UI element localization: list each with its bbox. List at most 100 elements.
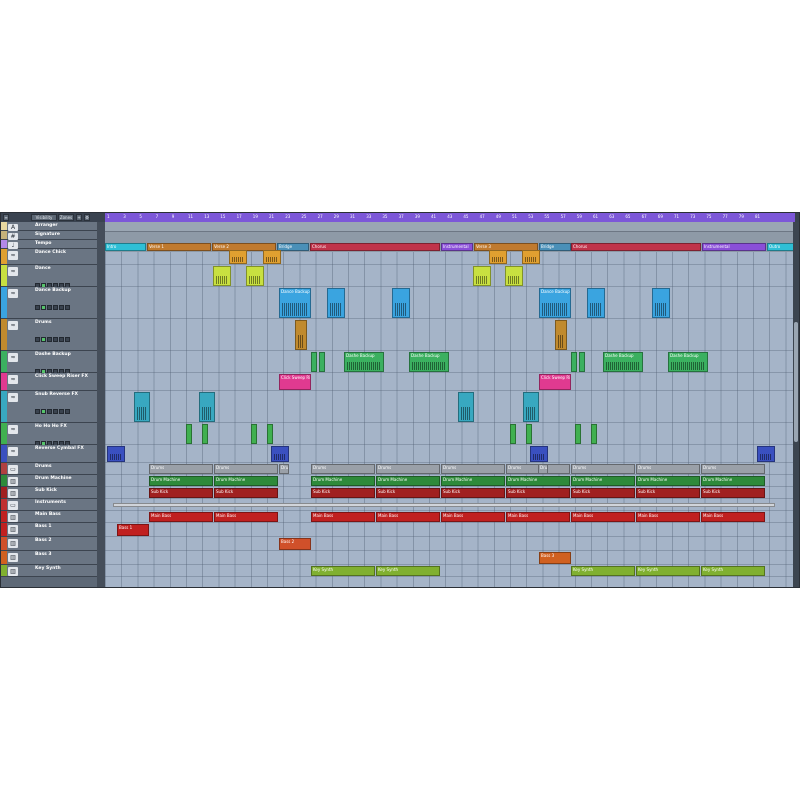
audio-event[interactable]: Main Bass bbox=[506, 512, 570, 522]
audio-event[interactable] bbox=[246, 266, 264, 286]
audio-event[interactable]: Key Synth bbox=[636, 566, 700, 576]
monitor-button[interactable] bbox=[53, 409, 58, 414]
track-header[interactable]: ▥ Bass 3 bbox=[1, 551, 97, 574]
audio-event[interactable]: Drums bbox=[441, 464, 505, 474]
audio-event[interactable]: Drum Machine bbox=[636, 476, 700, 486]
audio-event[interactable] bbox=[327, 288, 345, 318]
track-header[interactable]: ▥ Sub Kick bbox=[1, 487, 97, 499]
audio-event[interactable] bbox=[652, 288, 670, 318]
tempo-lane[interactable] bbox=[105, 232, 795, 242]
audio-event[interactable] bbox=[392, 288, 410, 318]
scrollbar-thumb[interactable] bbox=[794, 322, 798, 442]
track-header[interactable]: ▥ Main Bass bbox=[1, 511, 97, 523]
track-header[interactable]: ≈ Click Sweep Riser FX bbox=[1, 373, 97, 396]
write-button[interactable] bbox=[65, 305, 70, 310]
audio-event[interactable] bbox=[571, 352, 577, 372]
audio-event[interactable]: Drums bbox=[149, 464, 213, 474]
visibility-tab[interactable]: Visibility bbox=[31, 214, 57, 221]
audio-event[interactable]: Key Synth bbox=[311, 566, 375, 576]
audio-event[interactable] bbox=[186, 424, 192, 444]
track-header[interactable]: ▥ Bass 1 bbox=[1, 523, 97, 546]
audio-event[interactable] bbox=[213, 266, 231, 286]
audio-event[interactable]: Drums bbox=[311, 464, 375, 474]
monitor-button[interactable] bbox=[53, 337, 58, 342]
folder-event[interactable] bbox=[113, 503, 775, 507]
audio-event[interactable]: Drums bbox=[279, 464, 289, 474]
audio-event[interactable]: Key Synth bbox=[701, 566, 765, 576]
audio-event[interactable]: Drum Machine bbox=[214, 476, 278, 486]
audio-event[interactable] bbox=[202, 424, 208, 444]
audio-event[interactable]: Drum Machine bbox=[149, 476, 213, 486]
audio-event[interactable] bbox=[295, 320, 307, 350]
track-header[interactable]: ▥ Key Synth bbox=[1, 565, 97, 577]
audio-event[interactable]: Main Bass bbox=[571, 512, 635, 522]
audio-event[interactable]: Dance Backup bbox=[279, 288, 311, 318]
read-button[interactable] bbox=[59, 305, 64, 310]
audio-event[interactable]: Sub Kick bbox=[701, 488, 765, 498]
audio-event[interactable] bbox=[251, 424, 257, 444]
settings-icon[interactable]: ⚙ bbox=[84, 214, 90, 221]
audio-event[interactable]: Drums bbox=[636, 464, 700, 474]
audio-event[interactable]: Sub Kick bbox=[376, 488, 440, 498]
audio-event[interactable]: Bass 1 bbox=[117, 524, 149, 536]
audio-event[interactable]: Dashe Backup bbox=[603, 352, 643, 372]
track-header[interactable]: ≈ Dashe Backup bbox=[1, 351, 97, 374]
mute-button[interactable] bbox=[35, 409, 40, 414]
mute-button[interactable] bbox=[35, 337, 40, 342]
audio-event[interactable]: Dance Backup bbox=[539, 288, 571, 318]
audio-event[interactable]: Dashe Backup bbox=[668, 352, 708, 372]
audio-event[interactable]: Main Bass bbox=[701, 512, 765, 522]
track-header[interactable]: A Arranger bbox=[1, 222, 97, 231]
track-header[interactable]: ≈ Reverse Cymbal FX bbox=[1, 445, 97, 468]
audio-event[interactable] bbox=[134, 392, 150, 422]
audio-event[interactable]: Dashe Backup bbox=[409, 352, 449, 372]
audio-event[interactable]: Sub Kick bbox=[311, 488, 375, 498]
audio-event[interactable] bbox=[271, 446, 289, 462]
audio-event[interactable]: Drums bbox=[376, 464, 440, 474]
audio-event[interactable]: Drum Machine bbox=[571, 476, 635, 486]
audio-event[interactable] bbox=[575, 424, 581, 444]
audio-event[interactable]: Drum Machine bbox=[701, 476, 765, 486]
read-button[interactable] bbox=[59, 337, 64, 342]
record-button[interactable] bbox=[47, 305, 52, 310]
audio-event[interactable]: Sub Kick bbox=[214, 488, 278, 498]
record-button[interactable] bbox=[47, 409, 52, 414]
audio-event[interactable]: Key Synth bbox=[571, 566, 635, 576]
audio-event[interactable]: Drum Machine bbox=[376, 476, 440, 486]
vertical-scrollbar[interactable] bbox=[793, 222, 799, 587]
audio-event[interactable] bbox=[319, 352, 325, 372]
track-header[interactable]: ≈ Ho Ho Ho FX bbox=[1, 423, 97, 446]
record-button[interactable] bbox=[47, 337, 52, 342]
audio-event[interactable] bbox=[591, 424, 597, 444]
audio-event[interactable]: Drum Machine bbox=[506, 476, 570, 486]
audio-event[interactable]: Sub Kick bbox=[571, 488, 635, 498]
track-header[interactable]: ≈ Snub Reverse FX bbox=[1, 391, 97, 423]
audio-event[interactable]: Key Synth bbox=[376, 566, 440, 576]
audio-event[interactable]: Bass 2 bbox=[279, 538, 311, 550]
track-header[interactable]: ▥ Bass 2 bbox=[1, 537, 97, 560]
audio-event[interactable]: Main Bass bbox=[149, 512, 213, 522]
ruler[interactable]: 1 3 5 7 9 11 13 15 17 19 21 23 25 27 29 31 33 35 37 39 41 43 4… bbox=[105, 213, 795, 222]
audio-event[interactable] bbox=[510, 424, 516, 444]
audio-event[interactable] bbox=[555, 320, 567, 350]
audio-event[interactable] bbox=[263, 250, 281, 264]
audio-event[interactable]: Dashe Backup bbox=[344, 352, 384, 372]
audio-event[interactable]: Click Sweep Rise bbox=[539, 374, 571, 390]
solo-button[interactable] bbox=[41, 305, 46, 310]
track-header[interactable]: ▭ Instruments bbox=[1, 499, 97, 511]
audio-event[interactable] bbox=[523, 392, 539, 422]
audio-event[interactable]: Sub Kick bbox=[441, 488, 505, 498]
audio-event[interactable]: Click Sweep Rise bbox=[279, 374, 311, 390]
audio-event[interactable]: Drums bbox=[571, 464, 635, 474]
audio-event[interactable] bbox=[505, 266, 523, 286]
audio-event[interactable]: Drum Machine bbox=[441, 476, 505, 486]
audio-event[interactable] bbox=[473, 266, 491, 286]
audio-event[interactable]: Main Bass bbox=[214, 512, 278, 522]
audio-event[interactable] bbox=[229, 250, 247, 264]
audio-event[interactable]: Drum Machine bbox=[311, 476, 375, 486]
audio-event[interactable]: Bass 3 bbox=[539, 552, 571, 564]
track-header[interactable]: ♩ Tempo bbox=[1, 240, 97, 249]
audio-event[interactable]: Main Bass bbox=[376, 512, 440, 522]
track-header[interactable]: ≈ Dance Chick bbox=[1, 249, 97, 272]
audio-event[interactable]: Sub Kick bbox=[506, 488, 570, 498]
